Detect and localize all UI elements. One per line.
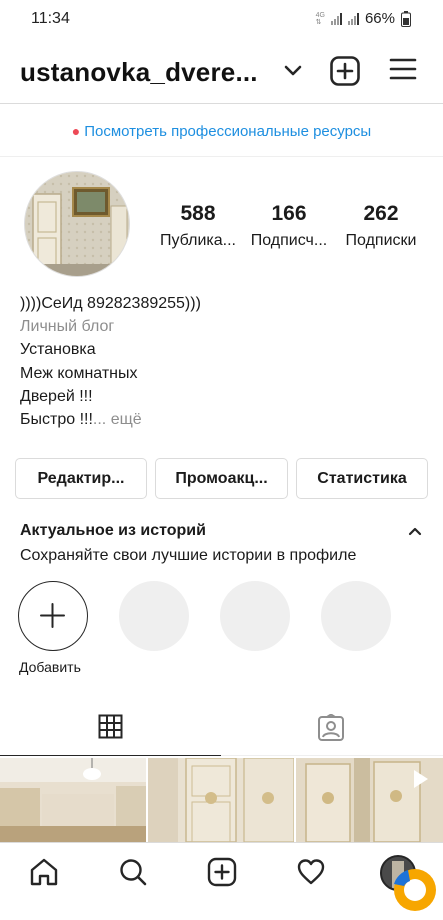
plus-icon (40, 603, 65, 628)
bottom-navigation (0, 842, 443, 920)
promotions-button[interactable]: Промоакц... (155, 458, 288, 499)
profile-username[interactable]: ustanovka_dvere... (20, 57, 258, 88)
edit-profile-button[interactable]: Редактир... (15, 458, 147, 499)
highlight-placeholder (321, 581, 391, 651)
post-thumbnail[interactable] (148, 758, 294, 842)
signal-icon-2 (347, 12, 359, 25)
tagged-icon (318, 714, 344, 741)
battery-level: 66% (364, 10, 395, 27)
bio-category: Личный блог (20, 318, 115, 336)
add-post-icon[interactable] (207, 857, 237, 887)
status-icons: 4G ⇅ 66% (316, 10, 411, 27)
battery-icon (401, 10, 411, 27)
stat-posts[interactable]: 588 Публика... (153, 202, 243, 250)
heart-icon[interactable] (296, 857, 326, 887)
stat-following[interactable]: 262 Подписки (336, 202, 426, 250)
home-icon[interactable] (29, 857, 59, 887)
hamburger-menu-icon[interactable] (389, 57, 417, 81)
bio-more-link[interactable]: ... ещё (93, 411, 142, 428)
add-highlight-label: Добавить (19, 659, 81, 675)
post-thumbnail[interactable] (296, 758, 443, 842)
tab-posts-grid[interactable] (0, 700, 221, 756)
tab-tagged[interactable] (221, 700, 443, 756)
bio-name: ))))СеИд 89282389255))) (20, 295, 201, 312)
grid-icon (98, 714, 123, 739)
chevron-down-icon[interactable] (284, 64, 302, 78)
stat-followers-count: 166 (271, 202, 307, 225)
bio-last-text: Быстро !!! (20, 411, 93, 429)
bio-line-last: Быстро !!!... ещё (20, 408, 430, 431)
professional-resources-banner[interactable]: ● Посмотреть профессиональные ресурсы (0, 105, 443, 157)
stat-followers[interactable]: 166 Подписч... (244, 202, 334, 250)
bio-line: Меж комнатных (20, 364, 138, 382)
assistant-logo-icon[interactable] (388, 862, 438, 916)
profile-tabs (0, 700, 443, 756)
chevron-up-icon[interactable] (407, 525, 423, 537)
highlight-placeholder (119, 581, 189, 651)
post-photo (0, 758, 146, 842)
highlights-title: Актуальное из историй (20, 522, 206, 539)
profile-avatar[interactable] (24, 171, 130, 277)
post-photo (296, 758, 443, 842)
insights-button[interactable]: Статистика (296, 458, 428, 499)
stat-following-label: Подписки (345, 232, 417, 249)
stat-following-count: 262 (363, 202, 399, 225)
bio-line: Дверей !!! (20, 387, 93, 405)
highlight-placeholder (220, 581, 290, 651)
stat-posts-label: Публика... (160, 232, 236, 249)
avatar-photo (25, 172, 129, 276)
add-highlight-button[interactable] (18, 581, 88, 651)
stat-posts-count: 588 (180, 202, 216, 225)
notification-dot: ● (71, 123, 81, 139)
post-thumbnail[interactable] (0, 758, 146, 842)
status-time: 11:34 (31, 10, 70, 27)
new-post-icon[interactable] (330, 56, 360, 86)
profile-bio: ))))СеИд 89282389255))) Личный блог Уста… (20, 292, 430, 431)
status-bar: 11:34 4G ⇅ 66% (0, 0, 443, 38)
signal-icon (330, 12, 342, 25)
bio-line: Установка (20, 341, 96, 359)
profile-header: ustanovka_dvere... (0, 38, 443, 104)
stat-followers-label: Подписч... (250, 232, 328, 249)
post-photo (148, 758, 294, 842)
posts-grid (0, 758, 443, 842)
network-icon: 4G ⇅ (315, 11, 325, 26)
professional-resources-link[interactable]: Посмотреть профессиональные ресурсы (84, 123, 371, 140)
highlights-subtitle: Сохраняйте свои лучшие истории в профиле (20, 547, 357, 564)
search-icon[interactable] (118, 857, 148, 887)
